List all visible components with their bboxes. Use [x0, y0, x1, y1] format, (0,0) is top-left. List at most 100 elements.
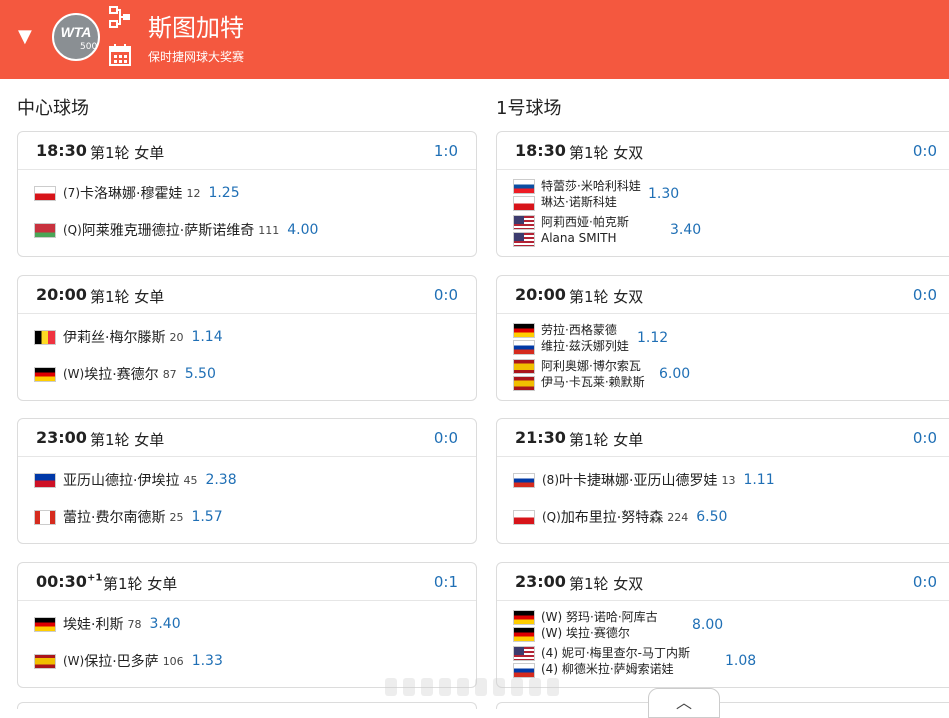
match-time-value: 20:00: [36, 285, 87, 304]
player-rank: 12: [186, 186, 201, 200]
match-card[interactable]: 23:00 第1轮 女单 0:0 亚历山德拉·伊埃拉 45 2.38 蕾拉·费尔南德斯 25 1…: [17, 418, 477, 544]
odds-value[interactable]: 2.38: [205, 472, 236, 488]
match-score[interactable]: 0:0: [434, 286, 458, 304]
odds-value[interactable]: 6.00: [659, 366, 690, 382]
collapse-arrow-icon[interactable]: ▼: [18, 28, 32, 46]
player-name: 琳达·诺斯科娃: [541, 195, 617, 209]
odds-value[interactable]: 1.30: [648, 186, 679, 202]
flag-icon-es: [34, 653, 56, 669]
team-names: 劳拉·西格蒙德 维拉·兹沃娜列娃: [541, 322, 629, 354]
player-rank: 13: [721, 473, 736, 487]
match-time-value: 00:30: [36, 572, 87, 591]
flag-icon-ru: [513, 472, 535, 488]
flag-icon-es: [513, 359, 535, 374]
next-card-edge: [17, 702, 477, 709]
match-round: 第1轮 女双: [569, 144, 644, 162]
chevron-up-icon: ︿: [675, 693, 692, 712]
flag-icon-us: [513, 232, 535, 247]
odds-value[interactable]: 1.11: [743, 472, 774, 488]
player-name: 卡洛琳娜·穆霍娃: [80, 186, 183, 202]
team-flags: [513, 322, 537, 357]
match-round: 第1轮 女单: [103, 575, 178, 593]
odds-value[interactable]: 1.33: [192, 653, 223, 669]
player-name: 特蕾莎·米哈利科娃: [541, 179, 641, 193]
draw-bracket-icon[interactable]: [109, 6, 131, 28]
team-flags: [513, 609, 537, 644]
odds-value[interactable]: 1.12: [637, 330, 668, 346]
match-score[interactable]: 0:0: [913, 142, 937, 160]
match-time-value: 20:00: [515, 285, 566, 304]
team-flags: [513, 645, 537, 680]
team-flags: [513, 214, 537, 249]
player-row[interactable]: (W) 保拉·巴多萨 106 1.33: [34, 651, 223, 671]
match-time: 00:30+1: [36, 572, 102, 591]
player-name: (4) 妮可·梅里查尔-马丁内斯: [541, 646, 690, 660]
flag-icon-by: [34, 222, 56, 238]
match-score[interactable]: 0:0: [913, 573, 937, 591]
player-seed: (8): [542, 473, 559, 487]
tournament-name[interactable]: 斯图加特: [148, 8, 244, 43]
player-seed: (Q): [542, 510, 561, 524]
match-time: 20:00: [515, 285, 566, 304]
player-row[interactable]: (Q) 加布里拉·努特森 224 6.50: [513, 507, 727, 527]
scroll-up-button[interactable]: ︿: [648, 688, 720, 718]
odds-value[interactable]: 1.14: [191, 329, 222, 345]
match-score[interactable]: 1:0: [434, 142, 458, 160]
odds-value[interactable]: 3.40: [670, 222, 701, 238]
flag-icon-ca: [34, 509, 56, 525]
match-card[interactable]: 21:30 第1轮 女单 0:0 (8) 叶卡捷琳娜·亚历山德罗娃 13 1.11 (Q) 加布…: [496, 418, 949, 544]
match-time: 20:00: [36, 285, 87, 304]
match-round: 第1轮 女单: [569, 431, 644, 449]
flag-icon-cz: [513, 509, 535, 525]
player-name: 阿莉西娅·帕克斯: [541, 215, 629, 229]
player-row[interactable]: 伊莉丝·梅尔滕斯 20 1.14: [34, 327, 223, 347]
flag-icon-cz: [513, 196, 535, 211]
player-row[interactable]: 亚历山德拉·伊埃拉 45 2.38: [34, 470, 237, 490]
match-score[interactable]: 0:1: [434, 573, 458, 591]
player-seed: (Q): [63, 223, 82, 237]
player-name: 埃娃·利斯: [63, 617, 124, 633]
match-card[interactable]: 00:30+1 第1轮 女单 0:1 埃娃·利斯 78 3.40 (W) 保拉·巴多萨 106 1…: [17, 562, 477, 688]
player-row[interactable]: (8) 叶卡捷琳娜·亚历山德罗娃 13 1.11: [513, 470, 775, 490]
player-row[interactable]: (W) 埃拉·赛德尔 87 5.50: [34, 364, 216, 384]
odds-value[interactable]: 4.00: [287, 222, 318, 238]
player-name: 劳拉·西格蒙德: [541, 323, 617, 337]
odds-value[interactable]: 3.40: [149, 616, 180, 632]
match-card[interactable]: 20:00 第1轮 女单 0:0 伊莉丝·梅尔滕斯 20 1.14 (W) 埃拉·赛德尔 87 5…: [17, 275, 477, 401]
odds-value[interactable]: 8.00: [692, 617, 723, 633]
match-card[interactable]: 18:30 第1轮 女单 1:0 (7) 卡洛琳娜·穆霍娃 12 1.25 (Q) 阿莱雅克珊德…: [17, 131, 477, 257]
match-score[interactable]: 0:0: [913, 429, 937, 447]
player-name: 保拉·巴多萨: [84, 654, 159, 670]
odds-value[interactable]: 1.25: [208, 185, 239, 201]
odds-value[interactable]: 6.50: [696, 509, 727, 525]
match-header: 21:30 第1轮 女单 0:0: [497, 419, 949, 457]
player-name: 维拉·兹沃娜列娃: [541, 339, 629, 353]
player-row[interactable]: 蕾拉·费尔南德斯 25 1.57: [34, 507, 223, 527]
player-name: 伊莉丝·梅尔滕斯: [63, 330, 166, 346]
player-name: 亚历山德拉·伊埃拉: [63, 473, 180, 489]
match-score[interactable]: 0:0: [913, 286, 937, 304]
odds-value[interactable]: 5.50: [185, 366, 216, 382]
player-rank: 111: [258, 223, 280, 237]
match-card[interactable]: 18:30 第1轮 女双 0:0 特蕾莎·米哈利科娃 琳达·诺斯科娃 1.30 阿莉西娅·帕…: [496, 131, 949, 257]
team-names: 特蕾莎·米哈利科娃 琳达·诺斯科娃: [541, 178, 641, 210]
next-card-edge: [496, 702, 949, 709]
match-card[interactable]: 23:00 第1轮 女双 0:0 (W) 努玛·诺哈·阿库古 (W) 埃拉·赛德尔 8.0…: [496, 562, 949, 688]
match-score[interactable]: 0:0: [434, 429, 458, 447]
tournament-subtitle: 保时捷网球大奖赛: [148, 50, 245, 64]
player-rank: 78: [127, 617, 142, 631]
player-rank: 87: [162, 367, 177, 381]
team-names: 阿莉西娅·帕克斯 Alana SMITH: [541, 214, 629, 246]
odds-value[interactable]: 1.08: [725, 653, 756, 669]
calendar-icon[interactable]: [109, 44, 131, 66]
match-header: 00:30+1 第1轮 女单 0:1: [18, 563, 476, 601]
player-row[interactable]: (Q) 阿莱雅克珊德拉·萨斯诺维奇 111 4.00: [34, 220, 318, 240]
team-names: 阿利奥娜·博尔索瓦 伊马·卡瓦莱·赖默斯: [541, 358, 645, 390]
player-name: (W) 埃拉·赛德尔: [541, 626, 630, 640]
player-name: 蕾拉·费尔南德斯: [63, 510, 166, 526]
player-row[interactable]: 埃娃·利斯 78 3.40: [34, 614, 181, 634]
player-row[interactable]: (7) 卡洛琳娜·穆霍娃 12 1.25: [34, 183, 240, 203]
odds-value[interactable]: 1.57: [191, 509, 222, 525]
flag-icon-de: [513, 610, 535, 625]
match-card[interactable]: 20:00 第1轮 女双 0:0 劳拉·西格蒙德 维拉·兹沃娜列娃 1.12 阿利奥娜·博尔…: [496, 275, 949, 401]
